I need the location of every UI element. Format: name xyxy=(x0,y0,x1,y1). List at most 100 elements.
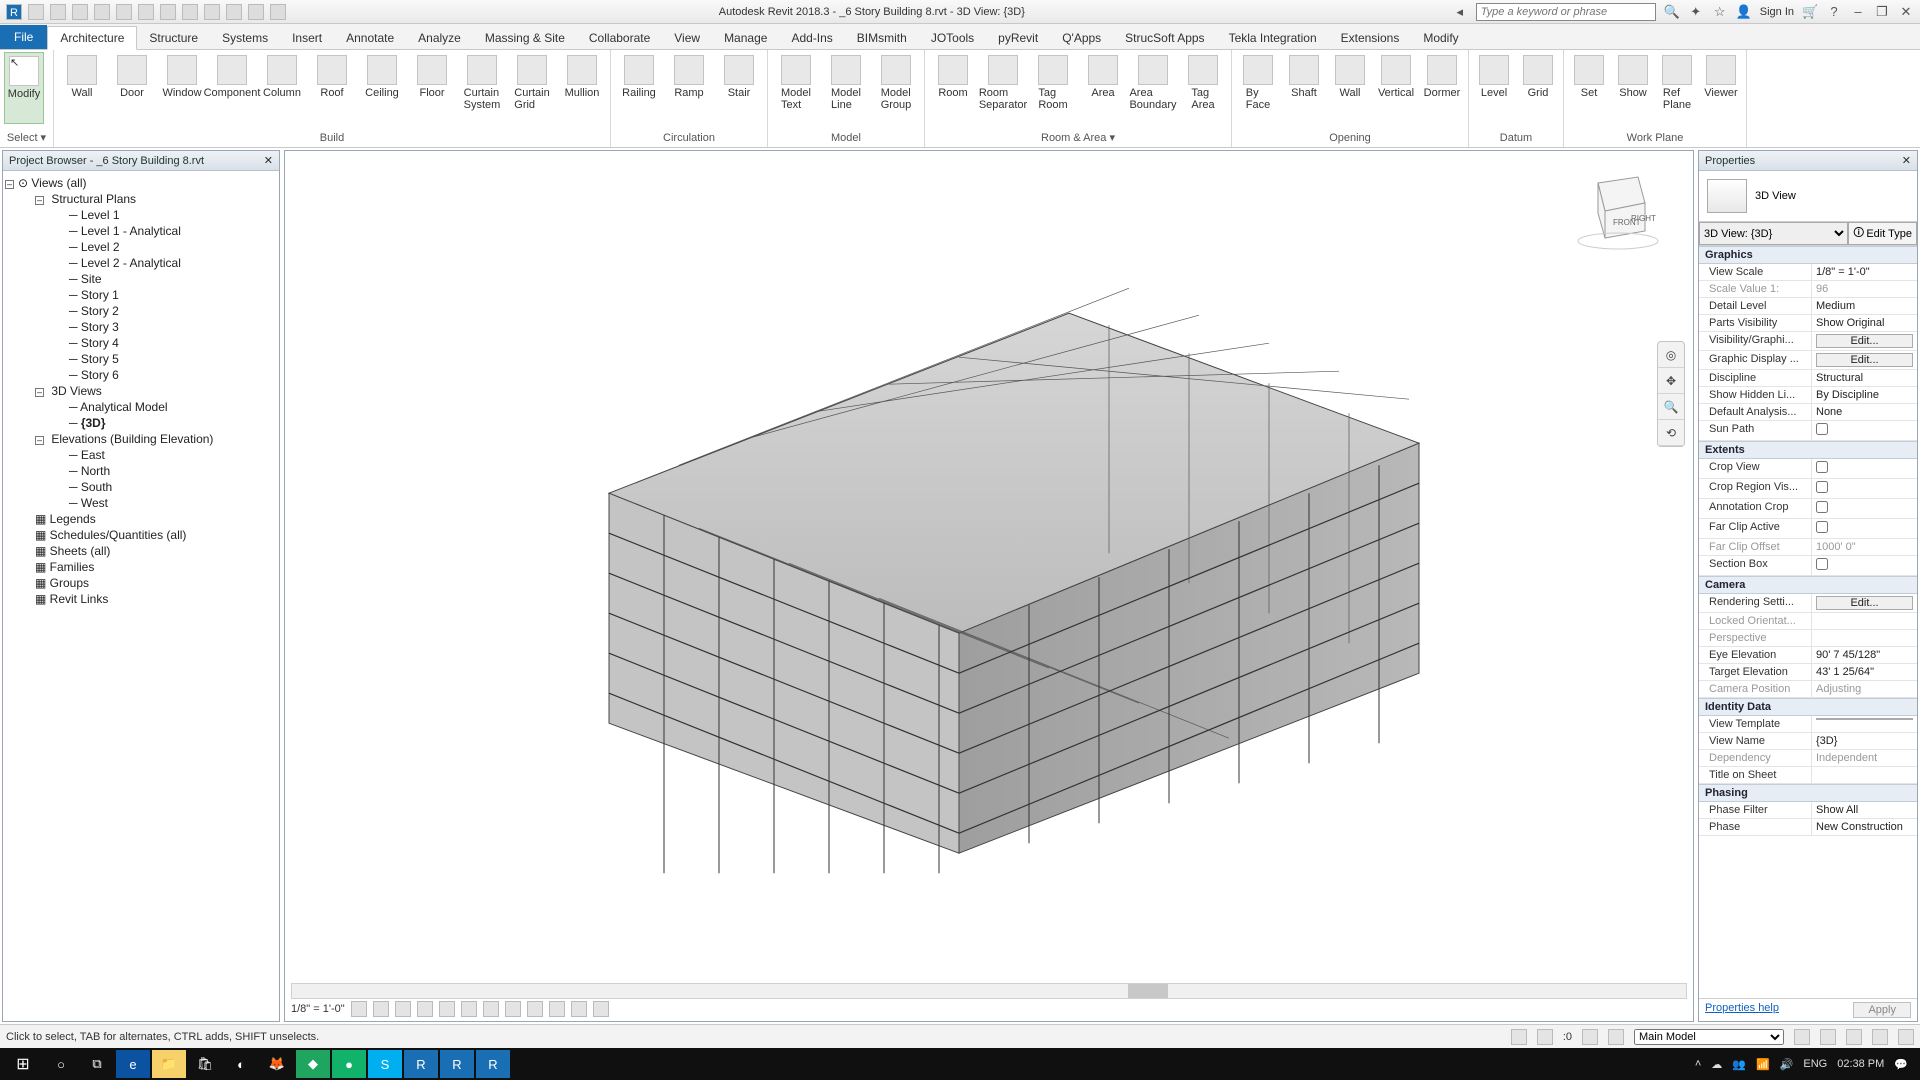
datum-grid-button[interactable]: Grid xyxy=(1517,52,1559,124)
prop-row[interactable]: View Name{3D} xyxy=(1699,733,1917,750)
wplane-show-button[interactable]: Show xyxy=(1612,52,1654,124)
crop-region-icon[interactable] xyxy=(483,1001,499,1017)
temp-hide-icon[interactable] xyxy=(527,1001,543,1017)
text-icon[interactable] xyxy=(182,4,198,20)
view-story-2[interactable]: ─ Story 2 xyxy=(5,303,277,319)
switch-windows-icon[interactable] xyxy=(270,4,286,20)
lock3d-icon[interactable] xyxy=(505,1001,521,1017)
browser-groups[interactable]: ▦ Groups xyxy=(5,575,277,591)
build-floor-button[interactable]: Floor xyxy=(408,52,456,124)
s4-icon[interactable] xyxy=(1872,1029,1888,1045)
tab-manage[interactable]: Manage xyxy=(712,27,779,49)
wplane-set-button[interactable]: Set xyxy=(1568,52,1610,124)
circ-railing-button[interactable]: Railing xyxy=(615,52,663,124)
minimize-icon[interactable]: – xyxy=(1850,4,1866,20)
print-icon[interactable] xyxy=(116,4,132,20)
tab-file[interactable]: File xyxy=(0,25,47,49)
view-analytical-model[interactable]: ─ Analytical Model xyxy=(5,399,277,415)
room-area-boundary-button[interactable]: AreaBoundary xyxy=(1129,52,1177,124)
browser-sheets-all-[interactable]: ▦ Sheets (all) xyxy=(5,543,277,559)
model-model-line-button[interactable]: ModelLine xyxy=(822,52,870,124)
pan-icon[interactable]: ✥ xyxy=(1658,368,1684,394)
search-input[interactable] xyxy=(1476,3,1656,21)
project-tree[interactable]: –⊙ Views (all)– Structural Plans ─ Level … xyxy=(3,171,279,1021)
circ-ramp-button[interactable]: Ramp xyxy=(665,52,713,124)
3d-views[interactable]: – 3D Views xyxy=(5,383,277,399)
view--3d-[interactable]: ─ {3D} xyxy=(5,415,277,431)
room-tag-room-button[interactable]: TagRoom xyxy=(1029,52,1077,124)
view-story-1[interactable]: ─ Story 1 xyxy=(5,287,277,303)
view-west[interactable]: ─ West xyxy=(5,495,277,511)
editable-only-icon[interactable] xyxy=(1537,1029,1553,1045)
firefox-icon[interactable]: 🦊 xyxy=(260,1050,294,1078)
key-icon[interactable]: ✦ xyxy=(1688,4,1704,20)
orbit-icon[interactable]: ⟲ xyxy=(1658,420,1684,446)
tab-systems[interactable]: Systems xyxy=(210,27,280,49)
close-icon[interactable]: ✕ xyxy=(1902,154,1911,167)
prop-row[interactable]: Visibility/Graphi...Edit... xyxy=(1699,332,1917,351)
tab-extensions[interactable]: Extensions xyxy=(1329,27,1412,49)
room-tag-area-button[interactable]: TagArea xyxy=(1179,52,1227,124)
build-column-button[interactable]: Column xyxy=(258,52,306,124)
modify-button[interactable]: ↖Modify xyxy=(4,52,44,124)
browser-families[interactable]: ▦ Families xyxy=(5,559,277,575)
visual-style-icon[interactable] xyxy=(373,1001,389,1017)
tray-up-icon[interactable]: ˄ xyxy=(1695,1058,1701,1070)
properties-help-link[interactable]: Properties help xyxy=(1705,1002,1779,1018)
open-wall-button[interactable]: Wall xyxy=(1328,52,1372,124)
thin-lines-icon[interactable] xyxy=(226,4,242,20)
explorer-icon[interactable]: 📁 xyxy=(152,1050,186,1078)
constraints-icon[interactable] xyxy=(593,1001,609,1017)
prop-row[interactable]: Eye Elevation90' 7 45/128" xyxy=(1699,647,1917,664)
view-story-6[interactable]: ─ Story 6 xyxy=(5,367,277,383)
build-door-button[interactable]: Door xyxy=(108,52,156,124)
view-story-4[interactable]: ─ Story 4 xyxy=(5,335,277,351)
open-vertical-button[interactable]: Vertical xyxy=(1374,52,1418,124)
shadows-icon[interactable] xyxy=(417,1001,433,1017)
zoom-icon[interactable]: 🔍 xyxy=(1658,394,1684,420)
rendering-icon[interactable] xyxy=(439,1001,455,1017)
revit3-icon[interactable]: R xyxy=(476,1050,510,1078)
prop-row[interactable]: Rendering Setti...Edit... xyxy=(1699,594,1917,613)
steering-wheel-icon[interactable]: ◎ xyxy=(1658,342,1684,368)
tab-analyze[interactable]: Analyze xyxy=(406,27,473,49)
exchange-icon[interactable]: 🛒 xyxy=(1802,4,1818,20)
prop-section-phasing[interactable]: Phasing xyxy=(1699,784,1917,802)
s5-icon[interactable] xyxy=(1898,1029,1914,1045)
reveal-icon[interactable] xyxy=(549,1001,565,1017)
room-area-button[interactable]: Area xyxy=(1079,52,1127,124)
build-ceiling-button[interactable]: Ceiling xyxy=(358,52,406,124)
prop-row[interactable]: Default Analysis...None xyxy=(1699,404,1917,421)
build-curtain-grid-button[interactable]: CurtainGrid xyxy=(508,52,556,124)
structural-plans[interactable]: – Structural Plans xyxy=(5,191,277,207)
clock[interactable]: 02:38 PM xyxy=(1837,1058,1884,1070)
cloud-icon[interactable]: ☁ xyxy=(1711,1058,1722,1071)
app1-icon[interactable]: ◆ xyxy=(296,1050,330,1078)
tab-architecture[interactable]: Architecture xyxy=(47,26,137,50)
notifications-icon[interactable]: 💬 xyxy=(1894,1058,1908,1071)
build-roof-button[interactable]: Roof xyxy=(308,52,356,124)
skype-icon[interactable]: S xyxy=(368,1050,402,1078)
browser-schedules-quantities-all-[interactable]: ▦ Schedules/Quantities (all) xyxy=(5,527,277,543)
views-root[interactable]: –⊙ Views (all) xyxy=(5,175,277,191)
edge-icon[interactable]: e xyxy=(116,1050,150,1078)
sun-path-icon[interactable] xyxy=(395,1001,411,1017)
open-icon[interactable] xyxy=(28,4,44,20)
chrome-icon[interactable]: ◐ xyxy=(224,1050,258,1078)
view-level-1-analytical[interactable]: ─ Level 1 - Analytical xyxy=(5,223,277,239)
s3-icon[interactable] xyxy=(1846,1029,1862,1045)
tab-view[interactable]: View xyxy=(662,27,712,49)
prop-row[interactable]: Scale Value 1:96 xyxy=(1699,281,1917,298)
close-icon[interactable]: ✕ xyxy=(1898,4,1914,20)
tab-strucsoft-apps[interactable]: StrucSoft Apps xyxy=(1113,27,1216,49)
system-tray[interactable]: ˄ ☁ 👥 📶 🔊 ENG 02:38 PM 💬 xyxy=(1695,1058,1916,1071)
view-east[interactable]: ─ East xyxy=(5,447,277,463)
prop-section-extents[interactable]: Extents xyxy=(1699,441,1917,459)
crop-icon[interactable] xyxy=(461,1001,477,1017)
build-wall-button[interactable]: Wall xyxy=(58,52,106,124)
revit1-icon[interactable]: R xyxy=(404,1050,438,1078)
signin-link[interactable]: Sign In xyxy=(1760,6,1794,18)
star-icon[interactable]: ☆ xyxy=(1712,4,1728,20)
datum-level-button[interactable]: Level xyxy=(1473,52,1515,124)
worksets-icon[interactable] xyxy=(1608,1029,1624,1045)
